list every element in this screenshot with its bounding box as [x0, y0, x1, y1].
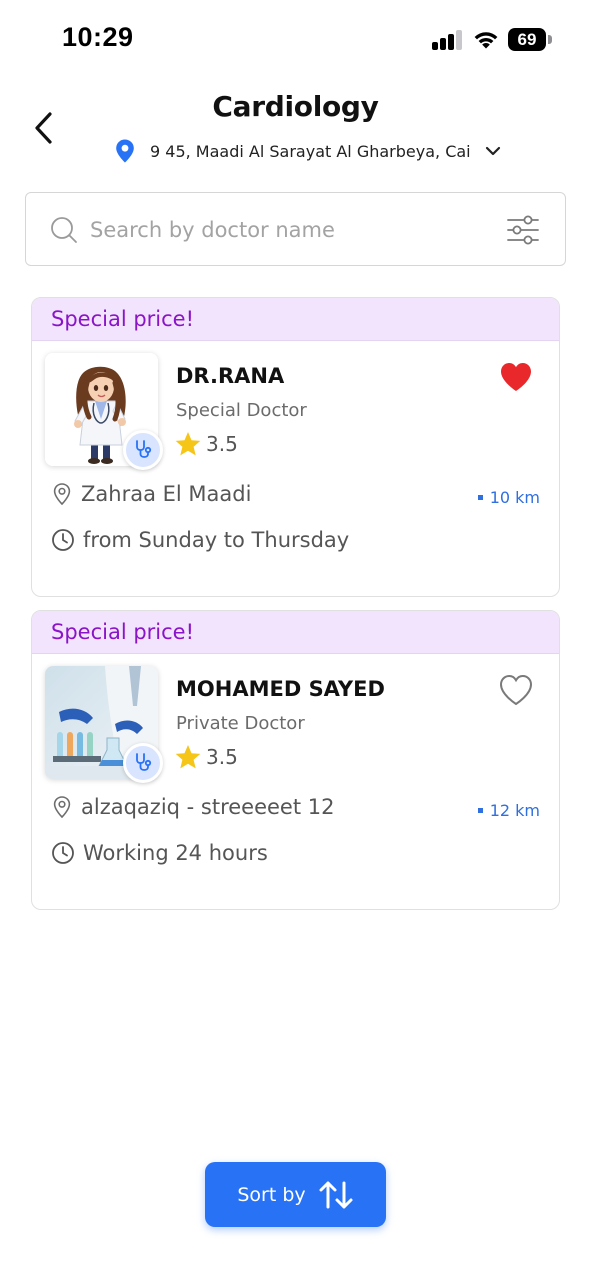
sort-label: Sort by	[237, 1183, 306, 1206]
status-time: 10:29	[62, 22, 134, 52]
search-box	[25, 192, 566, 266]
rating: 3.5	[174, 430, 238, 458]
promo-banner: Special price!	[32, 298, 559, 341]
distance-text: 10 km	[489, 488, 540, 507]
location-outline-icon	[53, 796, 71, 819]
location-outline-icon	[53, 483, 71, 506]
doctor-type: Private Doctor	[176, 713, 305, 734]
address-text: alzaqaziq - streeeeet 12	[81, 795, 335, 819]
doctor-name: DR.RANA	[176, 364, 285, 388]
chevron-down-icon	[485, 146, 500, 156]
favorite-button[interactable]	[498, 673, 534, 707]
battery-level: 69	[517, 30, 537, 49]
clock-icon	[52, 529, 74, 551]
address-row: Zahraa El Maadi	[51, 482, 251, 506]
doctor-card[interactable]: Special price!	[31, 297, 560, 597]
star-icon	[175, 432, 201, 456]
rating-value: 3.5	[206, 432, 238, 456]
wifi-icon	[474, 32, 498, 49]
distance-dot	[477, 495, 483, 500]
sort-arrows-icon	[319, 1181, 353, 1208]
page-title: Cardiology	[212, 90, 379, 123]
address-text: Zahraa El Maadi	[81, 482, 252, 506]
hours-row: from Sunday to Thursday	[51, 528, 349, 552]
location-text: 9 45, Maadi Al Sarayat Al Gharbeya, Cai	[150, 141, 471, 161]
sort-button[interactable]: Sort by	[205, 1162, 386, 1227]
stethoscope-icon	[136, 753, 152, 771]
hours-row: Working 24 hours	[51, 841, 268, 865]
specialty-badge	[123, 430, 163, 470]
location-selector[interactable]: 9 45, Maadi Al Sarayat Al Gharbeya, Cai	[112, 134, 503, 168]
heart-outline-icon	[499, 674, 533, 706]
heart-filled-icon	[501, 363, 531, 391]
battery-icon: 69	[508, 28, 552, 51]
distance: 10 km	[477, 488, 540, 507]
distance-dot	[477, 808, 483, 813]
favorite-button[interactable]	[498, 360, 534, 394]
specialty-badge	[123, 743, 163, 783]
search-input[interactable]	[90, 211, 490, 249]
filter-sliders-icon[interactable]	[506, 213, 540, 247]
location-pin-icon	[116, 139, 134, 163]
rating: 3.5	[174, 743, 238, 771]
promo-banner: Special price!	[32, 611, 559, 654]
status-bar: 10:29 69	[0, 0, 591, 80]
doctor-name: MOHAMED SAYED	[176, 677, 385, 701]
clock-icon	[52, 842, 74, 864]
cellular-signal-icon	[432, 30, 464, 50]
hours-text: Working 24 hours	[83, 841, 268, 865]
hours-text: from Sunday to Thursday	[83, 528, 350, 552]
doctor-card[interactable]: Special price!	[31, 610, 560, 910]
rating-value: 3.5	[206, 745, 238, 769]
address-row: alzaqaziq - streeeeet 12	[51, 795, 335, 819]
search-icon	[51, 217, 77, 243]
stethoscope-icon	[136, 440, 152, 458]
star-icon	[175, 745, 201, 769]
distance-text: 12 km	[489, 801, 540, 820]
doctor-type: Special Doctor	[176, 400, 307, 421]
distance: 12 km	[477, 801, 540, 820]
